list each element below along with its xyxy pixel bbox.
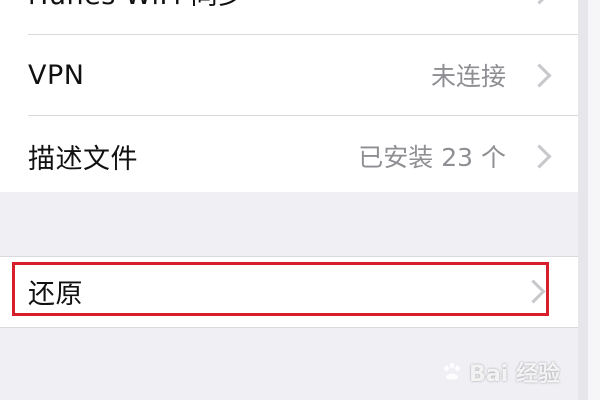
divider — [28, 34, 578, 35]
settings-screen: iTunes WiFi 同步 VPN 未连接 描述文件 已安装 23 个 还原 … — [0, 0, 600, 400]
settings-item-detail: 未连接 — [430, 62, 506, 91]
adjacent-panel-light — [588, 0, 600, 400]
settings-group-general: iTunes WiFi 同步 VPN 未连接 描述文件 已安装 23 个 — [0, 0, 578, 192]
settings-item-label: VPN — [28, 59, 85, 91]
chevron-right-icon — [527, 63, 552, 88]
divider — [28, 115, 578, 116]
settings-item-itunes-wifi-sync[interactable]: iTunes WiFi 同步 — [28, 0, 578, 28]
settings-item-label: 描述文件 — [28, 143, 138, 175]
baidu-jingyan-watermark: Bai 经验 — [441, 356, 560, 388]
settings-item-detail: 已安装 23 个 — [358, 143, 506, 172]
baidu-paw-icon — [444, 362, 461, 380]
watermark-text: Bai 经验 — [469, 362, 560, 387]
settings-item-label: iTunes WiFi 同步 — [28, 0, 246, 12]
settings-item-vpn[interactable]: VPN 未连接 — [28, 39, 578, 111]
settings-item-profiles[interactable]: 描述文件 已安装 23 个 — [28, 120, 578, 192]
chevron-right-icon — [527, 144, 552, 169]
adjacent-panel-edge — [578, 0, 600, 400]
highlight-annotation-box — [12, 262, 549, 316]
chevron-right-icon — [527, 0, 552, 5]
